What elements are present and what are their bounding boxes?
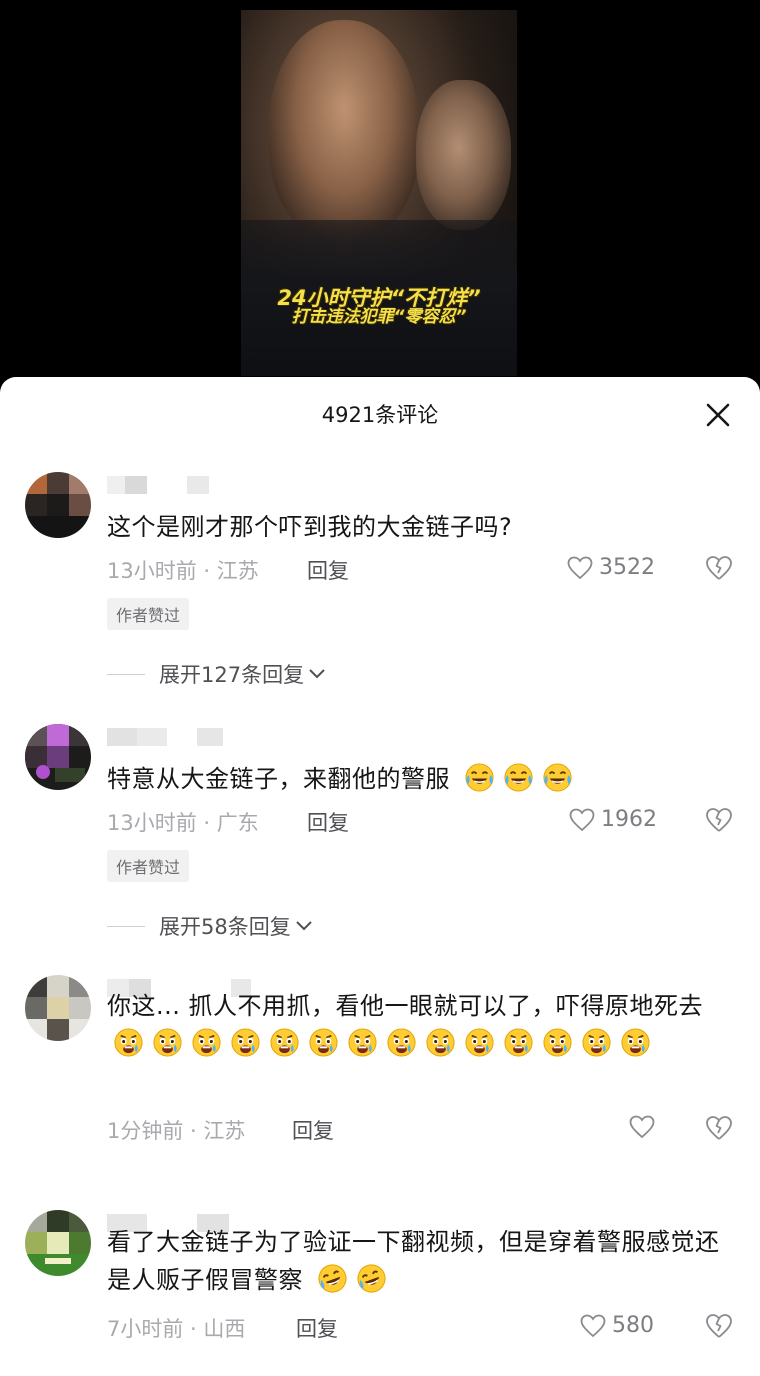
comment-meta: 13小时前 · 广东 bbox=[107, 811, 259, 835]
dislike-button[interactable] bbox=[705, 1313, 733, 1341]
rofl-emoji bbox=[317, 1263, 348, 1294]
reply-button[interactable]: 回复 bbox=[307, 807, 349, 837]
expand-replies-label: 展开58条回复 bbox=[159, 915, 291, 939]
heart-icon bbox=[580, 1314, 606, 1337]
scared-emoji bbox=[542, 1027, 573, 1058]
dislike-button[interactable] bbox=[705, 1115, 733, 1143]
comment-text: 这个是刚才那个吓到我的大金链子吗? bbox=[107, 508, 737, 546]
emoji-row bbox=[464, 762, 581, 793]
laugh-cry-emoji bbox=[464, 762, 495, 793]
scared-emoji bbox=[152, 1027, 183, 1058]
comments-sheet: 4921条评论 这个是刚才那个吓到我的大金链子吗? 13小时前 · 江苏 回复 bbox=[0, 377, 760, 1376]
author-liked-badge: 作者赞过 bbox=[107, 850, 190, 882]
heart-icon bbox=[567, 556, 593, 579]
like-button[interactable]: 3522 bbox=[567, 555, 655, 580]
comment-text: 你这... 抓人不用抓，看他一眼就可以了，吓得原地死去 bbox=[107, 987, 737, 1063]
close-icon bbox=[706, 403, 730, 427]
scared-emoji bbox=[269, 1027, 300, 1058]
like-button[interactable]: 580 bbox=[580, 1313, 654, 1338]
expand-replies-button[interactable]: 展开58条回复 bbox=[107, 911, 313, 941]
scared-emoji bbox=[503, 1027, 534, 1058]
comment-meta: 13小时前 · 江苏 bbox=[107, 559, 259, 583]
comment-meta: 7小时前 · 山西 bbox=[107, 1317, 246, 1341]
like-button[interactable]: 1962 bbox=[569, 807, 657, 832]
video-player[interactable]: 24小时守护“不打烊” 打击违法犯罪“零容忍” bbox=[0, 0, 760, 380]
broken-heart-icon bbox=[706, 1116, 732, 1140]
scared-emoji bbox=[308, 1027, 339, 1058]
comment-meta: 1分钟前 · 江苏 bbox=[107, 1119, 246, 1143]
video-frame[interactable]: 24小时守护“不打烊” 打击违法犯罪“零容忍” bbox=[241, 10, 517, 376]
scared-emoji bbox=[581, 1027, 612, 1058]
author-liked-badge: 作者赞过 bbox=[107, 598, 190, 630]
scared-emoji bbox=[113, 1027, 144, 1058]
expand-replies-button[interactable]: 展开127条回复 bbox=[107, 659, 326, 689]
scared-emoji bbox=[230, 1027, 261, 1058]
scared-emoji bbox=[386, 1027, 417, 1058]
reply-button[interactable]: 回复 bbox=[292, 1115, 334, 1145]
avatar[interactable] bbox=[25, 975, 91, 1041]
broken-heart-icon bbox=[706, 808, 732, 832]
close-button[interactable] bbox=[702, 399, 734, 431]
avatar[interactable] bbox=[25, 724, 91, 790]
emoji-row bbox=[317, 1263, 395, 1294]
video-person-main bbox=[269, 20, 419, 240]
expand-replies-label: 展开127条回复 bbox=[159, 663, 305, 687]
like-button[interactable] bbox=[629, 1115, 661, 1139]
video-person-secondary bbox=[416, 80, 511, 230]
comment-text-content: 这个是刚才那个吓到我的大金链子吗? bbox=[107, 513, 513, 541]
comments-count-title: 4921条评论 bbox=[321, 403, 439, 427]
dislike-button[interactable] bbox=[705, 807, 733, 835]
username-blurred[interactable] bbox=[107, 476, 209, 494]
avatar[interactable] bbox=[25, 472, 91, 538]
avatar[interactable] bbox=[25, 1210, 91, 1276]
scared-emoji bbox=[425, 1027, 456, 1058]
comment-text: 看了大金链子为了验证一下翻视频，但是穿着警服感觉还是人贩子假冒警察 bbox=[107, 1223, 737, 1299]
reply-button[interactable]: 回复 bbox=[307, 555, 349, 585]
scared-emoji bbox=[620, 1027, 651, 1058]
emoji-row bbox=[113, 1027, 659, 1058]
like-count: 1962 bbox=[601, 807, 657, 832]
reply-button[interactable]: 回复 bbox=[296, 1313, 338, 1343]
like-count: 580 bbox=[612, 1313, 654, 1338]
broken-heart-icon bbox=[706, 556, 732, 580]
laugh-cry-emoji bbox=[503, 762, 534, 793]
video-caption-2: 打击违法犯罪“零容忍” bbox=[291, 307, 467, 327]
scared-emoji bbox=[191, 1027, 222, 1058]
scared-emoji bbox=[347, 1027, 378, 1058]
comment-text-content: 特意从大金链子，来翻他的警服 bbox=[107, 765, 450, 793]
scared-emoji bbox=[464, 1027, 495, 1058]
heart-icon bbox=[569, 808, 595, 831]
chevron-down-icon bbox=[309, 669, 325, 679]
heart-icon bbox=[629, 1115, 655, 1139]
laugh-cry-emoji bbox=[542, 762, 573, 793]
comment-text: 特意从大金链子，来翻他的警服 bbox=[107, 760, 737, 798]
broken-heart-icon bbox=[706, 1314, 732, 1338]
username-blurred[interactable] bbox=[107, 728, 223, 746]
like-count: 3522 bbox=[599, 555, 655, 580]
comment-text-content: 你这... 抓人不用抓，看他一眼就可以了，吓得原地死去 bbox=[107, 992, 704, 1020]
chevron-down-icon bbox=[296, 921, 312, 931]
dislike-button[interactable] bbox=[705, 555, 733, 583]
comment-text-content: 看了大金链子为了验证一下翻视频，但是穿着警服感觉还是人贩子假冒警察 bbox=[107, 1228, 720, 1294]
rofl-emoji bbox=[356, 1263, 387, 1294]
